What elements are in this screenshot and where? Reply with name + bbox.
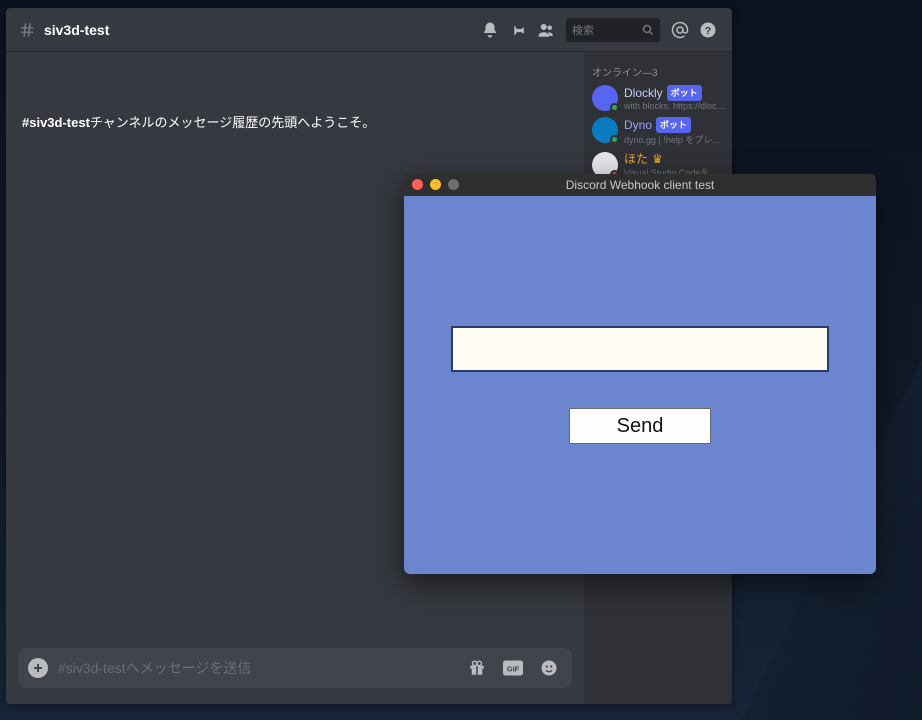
svg-text:?: ? xyxy=(705,24,711,36)
welcome-text: チャンネルのメッセージ履歴の先頭へようこそ。 xyxy=(90,115,375,130)
search-placeholder: 検索 xyxy=(572,22,642,38)
app-client-area: Send xyxy=(404,196,876,574)
search-input[interactable]: 検索 xyxy=(566,18,660,42)
member-name: Dlockly xyxy=(624,86,663,100)
pinned-icon[interactable] xyxy=(507,19,529,41)
zoom-icon[interactable] xyxy=(448,179,459,190)
bot-tag: ボット xyxy=(656,117,691,133)
attach-button[interactable] xyxy=(28,658,48,678)
avatar xyxy=(592,117,618,143)
send-button[interactable]: Send xyxy=(569,408,711,444)
member-row[interactable]: Dlockly ボットwith blocks. https://dlockly.g… xyxy=(592,85,726,111)
minimize-icon[interactable] xyxy=(430,179,441,190)
search-icon xyxy=(642,24,654,36)
owner-crown-icon: ♛ xyxy=(652,152,663,166)
emoji-icon[interactable] xyxy=(539,658,559,678)
notifications-icon[interactable] xyxy=(479,19,501,41)
message-input[interactable]: #siv3d-testへメッセージを送信 xyxy=(58,658,454,678)
close-icon[interactable] xyxy=(412,179,423,190)
status-dot xyxy=(610,135,619,144)
members-heading: オンライン―3 xyxy=(592,64,726,79)
hash-icon xyxy=(16,19,38,41)
message-input-bar: #siv3d-testへメッセージを送信 GIF xyxy=(18,648,572,688)
member-name: Dyno xyxy=(624,118,652,132)
welcome-channel: #siv3d-test xyxy=(22,115,90,130)
svg-text:GIF: GIF xyxy=(507,664,520,673)
bot-tag: ボット xyxy=(667,85,702,101)
traffic-lights xyxy=(412,179,459,190)
avatar xyxy=(592,85,618,111)
member-activity: dyno.gg | !help をプレイ中 xyxy=(624,133,726,146)
member-row[interactable]: Dyno ボットdyno.gg | !help をプレイ中 xyxy=(592,117,726,146)
member-name: ほた xyxy=(624,152,648,166)
help-icon[interactable]: ? xyxy=(697,19,719,41)
members-icon[interactable] xyxy=(535,19,557,41)
gift-icon[interactable] xyxy=(467,658,487,678)
message-input-icons: GIF xyxy=(464,658,562,678)
channel-welcome: #siv3d-testチャンネルのメッセージ履歴の先頭へようこそ。 xyxy=(22,112,576,131)
mentions-icon[interactable] xyxy=(669,19,691,41)
channel-header: siv3d-test 検索 ? xyxy=(6,8,732,52)
app-title: Discord Webhook client test xyxy=(566,178,715,192)
channel-name: siv3d-test xyxy=(44,22,109,38)
message-text-field[interactable] xyxy=(451,326,829,372)
app-titlebar[interactable]: Discord Webhook client test xyxy=(404,174,876,196)
gif-icon[interactable]: GIF xyxy=(503,658,523,678)
webhook-app-window: Discord Webhook client test Send xyxy=(404,174,876,574)
status-dot xyxy=(610,103,619,112)
member-activity: with blocks. https://dlockly.gl... xyxy=(624,101,726,111)
